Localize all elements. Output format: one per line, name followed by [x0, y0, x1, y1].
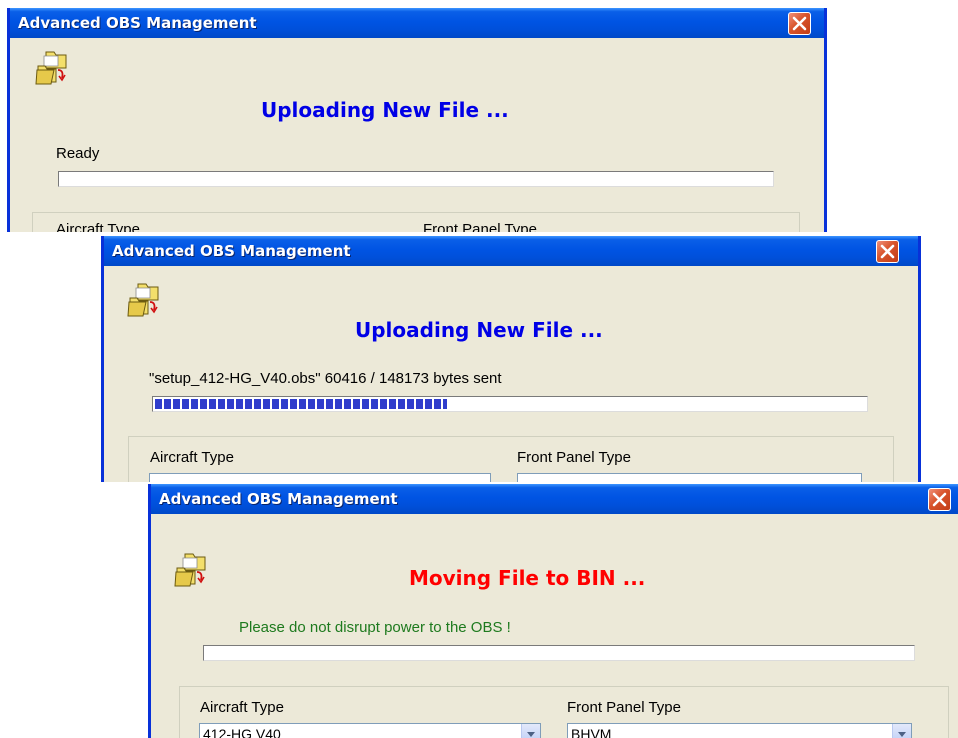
settings-groupbox: Aircraft Type Front Panel Type — [32, 212, 800, 232]
dialog-moving-file: Advanced OBS Management Moving File to B… — [148, 484, 958, 738]
chevron-down-icon[interactable] — [892, 724, 911, 738]
warning-text: Please do not disrupt power to the OBS ! — [239, 619, 511, 636]
aircraft-type-value: 412-HG V40 — [203, 726, 281, 738]
status-text: "setup_412-HG_V40.obs" 60416 / 148173 by… — [149, 370, 502, 387]
file-transfer-folder-icon — [127, 283, 159, 317]
close-x-icon — [792, 16, 807, 31]
window-title: Advanced OBS Management — [112, 242, 351, 260]
upload-progress-bar — [152, 396, 868, 412]
progress-fill — [155, 399, 447, 409]
dialog-heading: Moving File to BIN ... — [409, 566, 646, 590]
dialog-body: Uploading New File ... Ready Aircraft Ty… — [10, 38, 824, 232]
screenshot-stage: Advanced OBS Management Uploading New Fi… — [0, 0, 958, 738]
chevron-down-icon[interactable] — [521, 724, 540, 738]
aircraft-type-select[interactable] — [149, 473, 491, 482]
dialog-heading: Uploading New File ... — [261, 98, 509, 122]
settings-groupbox: Aircraft Type Front Panel Type — [128, 436, 894, 482]
title-bar[interactable]: Advanced OBS Management — [151, 484, 958, 514]
front-panel-type-select[interactable]: BHVM — [567, 723, 912, 738]
dialog-body: Moving File to BIN ... Please do not dis… — [151, 514, 958, 738]
upload-progress-bar — [58, 171, 774, 187]
file-transfer-folder-icon — [174, 553, 206, 587]
dialog-uploading-progress: Advanced OBS Management Uploading New Fi… — [101, 236, 921, 482]
front-panel-type-label: Front Panel Type — [567, 699, 681, 716]
aircraft-type-label: Aircraft Type — [200, 699, 284, 716]
aircraft-type-label: Aircraft Type — [56, 221, 140, 232]
status-text: Ready — [56, 145, 100, 162]
aircraft-type-select[interactable]: 412-HG V40 — [199, 723, 541, 738]
close-button[interactable] — [876, 240, 899, 263]
window-title: Advanced OBS Management — [18, 14, 257, 32]
close-x-icon — [932, 492, 947, 507]
move-progress-bar — [203, 645, 915, 661]
title-bar[interactable]: Advanced OBS Management — [104, 236, 918, 266]
front-panel-type-label: Front Panel Type — [517, 449, 631, 466]
aircraft-type-label: Aircraft Type — [150, 449, 234, 466]
front-panel-type-label: Front Panel Type — [423, 221, 537, 232]
file-transfer-folder-icon — [35, 51, 67, 85]
dialog-heading: Uploading New File ... — [355, 318, 603, 342]
front-panel-type-select[interactable] — [517, 473, 862, 482]
window-title: Advanced OBS Management — [159, 490, 398, 508]
close-button[interactable] — [788, 12, 811, 35]
close-button[interactable] — [928, 488, 951, 511]
dialog-body: Uploading New File ... "setup_412-HG_V40… — [104, 266, 918, 482]
title-bar[interactable]: Advanced OBS Management — [10, 8, 824, 38]
close-x-icon — [880, 244, 895, 259]
settings-groupbox: Aircraft Type Front Panel Type 412-HG V4… — [179, 686, 949, 738]
dialog-uploading-ready: Advanced OBS Management Uploading New Fi… — [7, 8, 827, 232]
front-panel-type-value: BHVM — [571, 726, 612, 738]
